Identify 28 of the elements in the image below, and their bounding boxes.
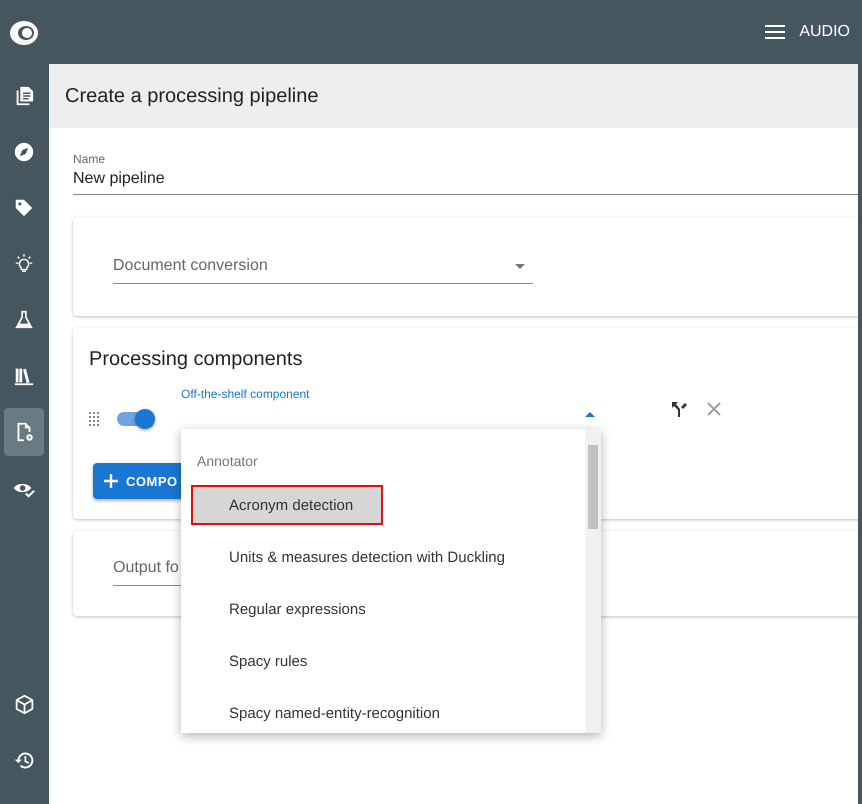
scrollbar[interactable] [585,429,601,733]
close-icon[interactable] [707,402,721,416]
name-field[interactable]: New pipeline [73,170,858,195]
output-select[interactable]: Output fo [113,551,181,586]
compass-icon [13,141,35,163]
tag-icon [13,197,35,219]
dropdown-option[interactable]: Spacy rules [191,641,383,681]
plus-icon [104,474,118,488]
cube-icon [14,694,34,714]
field-label: Name [73,152,106,166]
toggle-switch[interactable] [117,412,153,426]
dropdown-arrow-icon [515,264,525,268]
fork-arrow-icon[interactable] [669,399,689,419]
dropdown-option[interactable]: Acronym detection [191,485,383,525]
dropdown-option[interactable]: Units & measures detection with Duckling [191,537,511,577]
lightbulb-icon [13,253,35,275]
conversion-select[interactable]: Document conversion [113,249,533,284]
dropdown-option[interactable]: Regular expressions [191,589,383,629]
menu-button[interactable]: AUDIO [757,23,858,41]
dropdown-option[interactable]: Spacy named-entity-recognition [191,693,446,733]
drag-handle-icon[interactable] [89,412,99,426]
page-title: Create a processing pipeline [65,84,318,108]
logo-icon [9,20,39,46]
section-title: Processing components [89,348,304,371]
menu-icon [765,25,786,39]
history-icon [14,750,34,770]
flask-icon [13,309,35,331]
sidebar-item[interactable] [4,408,44,456]
